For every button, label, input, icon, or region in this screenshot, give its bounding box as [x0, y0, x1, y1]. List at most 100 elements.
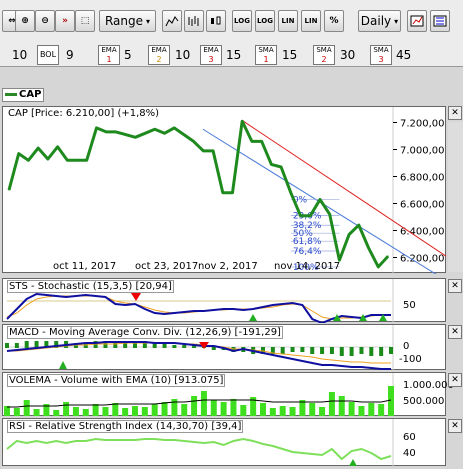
log-scale-button[interactable]: LOG: [232, 10, 252, 32]
candle-chart-icon[interactable]: [206, 10, 226, 32]
volume-bar: [388, 386, 394, 416]
sma3-value[interactable]: 45: [396, 48, 411, 62]
legend-cap[interactable]: CAP: [2, 88, 44, 102]
price-panel: CAP [Price: 6.210,00] (+1,8%) 7.200,00 7.…: [2, 106, 447, 274]
volume-bar: [33, 409, 40, 416]
ema3-value[interactable]: 15: [226, 48, 241, 62]
main-toolbar: ⇔ ⊕ ⊖ » ⬚ Range ▾ LOG LOG LIN LIN % Daily…: [0, 0, 463, 42]
interval-dropdown[interactable]: Daily ▾: [358, 10, 401, 32]
first-indicator-value[interactable]: 10: [12, 48, 27, 62]
sma3-sub: 3: [378, 55, 384, 64]
fast-forward-icon[interactable]: »: [55, 10, 75, 32]
macd-histogram-bar: [280, 347, 285, 354]
sma1-value[interactable]: 15: [282, 48, 297, 62]
lin-scale-button-2[interactable]: LIN: [301, 10, 321, 32]
price-point: [299, 215, 302, 217]
macd-histogram-bar: [310, 347, 315, 354]
ema1-value[interactable]: 5: [124, 48, 132, 62]
sma1-button[interactable]: SMA 1: [255, 45, 277, 65]
rsi-line: [6, 437, 392, 461]
sto-signal-line: [6, 295, 391, 320]
ema3-label: EMA: [203, 46, 219, 54]
price-point: [212, 150, 214, 152]
stochastic-title: STS - Stochastic (15,3,5) [20,94]: [7, 280, 174, 293]
ema1-button[interactable]: EMA 1: [98, 45, 120, 65]
macd-histogram-bar: [379, 347, 384, 356]
chart-settings-icon[interactable]: [407, 10, 427, 32]
line-chart-icon[interactable]: [162, 10, 182, 32]
volume-bar: [72, 407, 79, 416]
price-line: [7, 119, 390, 269]
volume-bar: [289, 407, 296, 416]
close-macd-icon[interactable]: ✕: [448, 325, 462, 339]
lin-scale-button[interactable]: LIN: [278, 10, 298, 32]
macd-histogram-bar: [339, 347, 344, 356]
vol-y-tick-1: 500.000: [403, 396, 445, 407]
ema3-button[interactable]: EMA 3: [200, 45, 222, 65]
volume-bar: [378, 404, 385, 416]
price-point: [280, 166, 282, 168]
sma2-value[interactable]: 30: [340, 48, 355, 62]
price-point: [86, 159, 88, 161]
price-point: [183, 134, 185, 136]
macd-histogram-bar: [329, 347, 334, 354]
volume-bar: [348, 402, 355, 416]
macd-buy-marker: [59, 361, 67, 369]
close-volema-icon[interactable]: ✕: [448, 373, 462, 387]
chevron-down-icon: ▾: [146, 16, 151, 26]
price-point: [193, 140, 195, 142]
lin-label: LIN: [281, 17, 295, 25]
fit-screen-icon[interactable]: ⬚: [75, 10, 95, 32]
range-label: Range: [104, 14, 144, 28]
macd-y-tick-1: -100: [399, 354, 422, 365]
price-point: [134, 136, 136, 138]
macd-panel: MACD - Moving Average Conv. Div. (12,26,…: [2, 324, 446, 371]
bar-chart-icon[interactable]: [184, 10, 204, 32]
indicators-settings-icon[interactable]: [430, 10, 450, 32]
close-sto-icon[interactable]: ✕: [448, 279, 462, 293]
volume-bar: [23, 400, 30, 416]
price-scrollbar[interactable]: [448, 122, 463, 272]
price-point: [270, 163, 272, 165]
sto-sell-marker: [131, 293, 141, 301]
volume-bar: [13, 408, 20, 416]
macd-histogram-bar: [24, 341, 29, 348]
volume-bar: [328, 392, 335, 416]
price-point: [125, 134, 127, 136]
ema1-label: EMA: [101, 46, 117, 54]
zoom-in-icon[interactable]: ⊕: [15, 10, 35, 32]
volema-panel: VOLEMA - Volume with EMA (10) [913.075] …: [2, 372, 454, 417]
log-scale-button-2[interactable]: LOG: [255, 10, 275, 32]
macd-histogram-bar: [14, 343, 19, 348]
interval-label: Daily: [360, 14, 392, 28]
zoom-out-icon[interactable]: ⊖: [35, 10, 55, 32]
percent-button[interactable]: %: [324, 10, 344, 32]
close-rsi-icon[interactable]: ✕: [448, 419, 462, 433]
close-price-icon[interactable]: ✕: [448, 106, 462, 120]
price-point: [319, 198, 321, 201]
volume-bar: [112, 403, 119, 416]
sma2-label: SMA: [316, 46, 332, 54]
volume-bar: [279, 406, 286, 416]
volume-bar: [338, 396, 345, 416]
indicator-toolbar: 10 BOL 9 EMA 1 5 EMA 2 10 EMA 3 15 SMA 1 15 …: [0, 42, 463, 67]
price-y-tick-label: 7.000,00: [400, 146, 445, 157]
macd-histogram-bar: [359, 347, 364, 354]
price-y-tick-label: 6.600,00: [400, 200, 445, 211]
price-point: [47, 158, 49, 160]
price-point: [231, 192, 234, 194]
sto-buy-marker: [249, 314, 257, 321]
range-dropdown[interactable]: Range ▾: [99, 10, 156, 32]
ema2-value[interactable]: 10: [175, 48, 190, 62]
macd-histogram-bar: [320, 347, 325, 354]
price-point: [163, 132, 166, 134]
ema2-button[interactable]: EMA 2: [148, 45, 170, 65]
x-tick-4: nov 14, 2017: [274, 261, 341, 272]
sma1-label: SMA: [258, 46, 274, 54]
sma3-button[interactable]: SMA 3: [370, 45, 392, 65]
sma2-button[interactable]: SMA 2: [313, 45, 335, 65]
price-chart[interactable]: 7.200,00 7.000,00 6.800,00 6.600,00 6.400,00…: [3, 107, 447, 274]
bol-button[interactable]: BOL: [37, 45, 59, 65]
chevron-down-icon-2: ▾: [394, 16, 399, 26]
bol-value[interactable]: 9: [66, 48, 74, 62]
